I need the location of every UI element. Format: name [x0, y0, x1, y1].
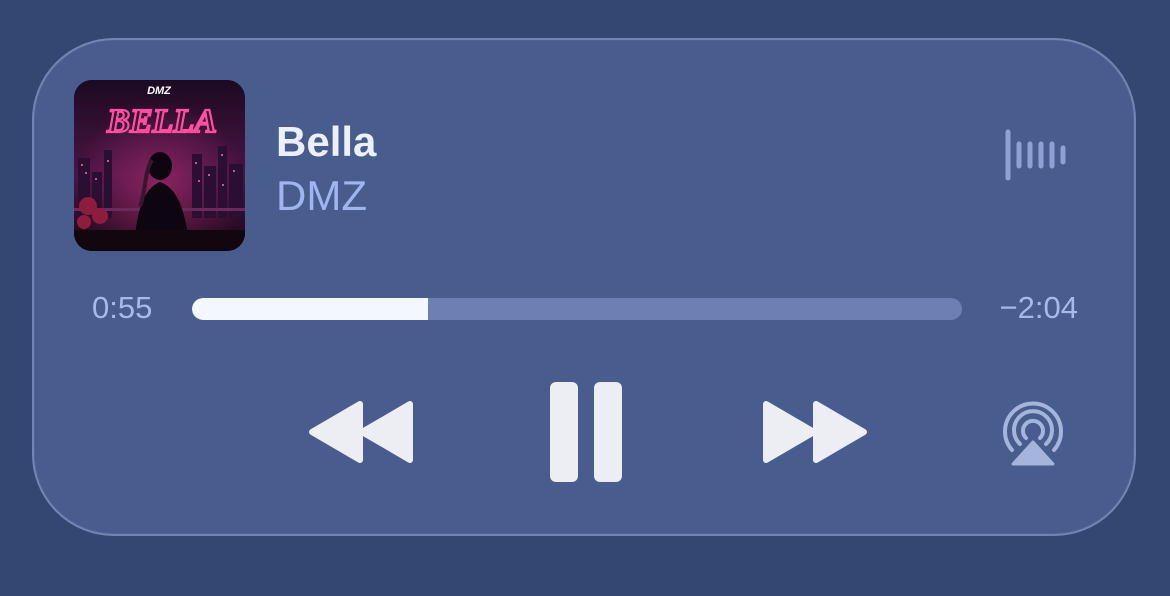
track-title[interactable]: Bella	[276, 118, 376, 166]
album-artwork[interactable]: DMZ BELLA	[74, 80, 245, 251]
fast-forward-icon	[763, 401, 867, 463]
rewind-button[interactable]	[306, 398, 418, 466]
rewind-icon	[309, 401, 413, 463]
fast-forward-button[interactable]	[758, 398, 870, 466]
album-artwork-image: DMZ BELLA	[74, 80, 245, 251]
pause-button[interactable]	[546, 380, 626, 484]
remaining-time: −2:04	[999, 290, 1078, 325]
pause-icon	[550, 382, 622, 482]
waveform-icon	[1004, 128, 1070, 182]
progress-bar[interactable]	[192, 298, 962, 320]
elapsed-time: 0:55	[92, 290, 153, 325]
progress-bar-fill	[192, 298, 428, 320]
now-playing-widget: DMZ BELLA Bella DMZ 0:55 −2:04	[32, 38, 1136, 536]
artwork-artist-text: DMZ	[147, 85, 172, 97]
artwork-title-text: BELLA	[106, 103, 217, 140]
airplay-button[interactable]	[998, 398, 1068, 468]
airplay-audio-icon	[1003, 401, 1063, 466]
track-artist[interactable]: DMZ	[276, 172, 367, 220]
